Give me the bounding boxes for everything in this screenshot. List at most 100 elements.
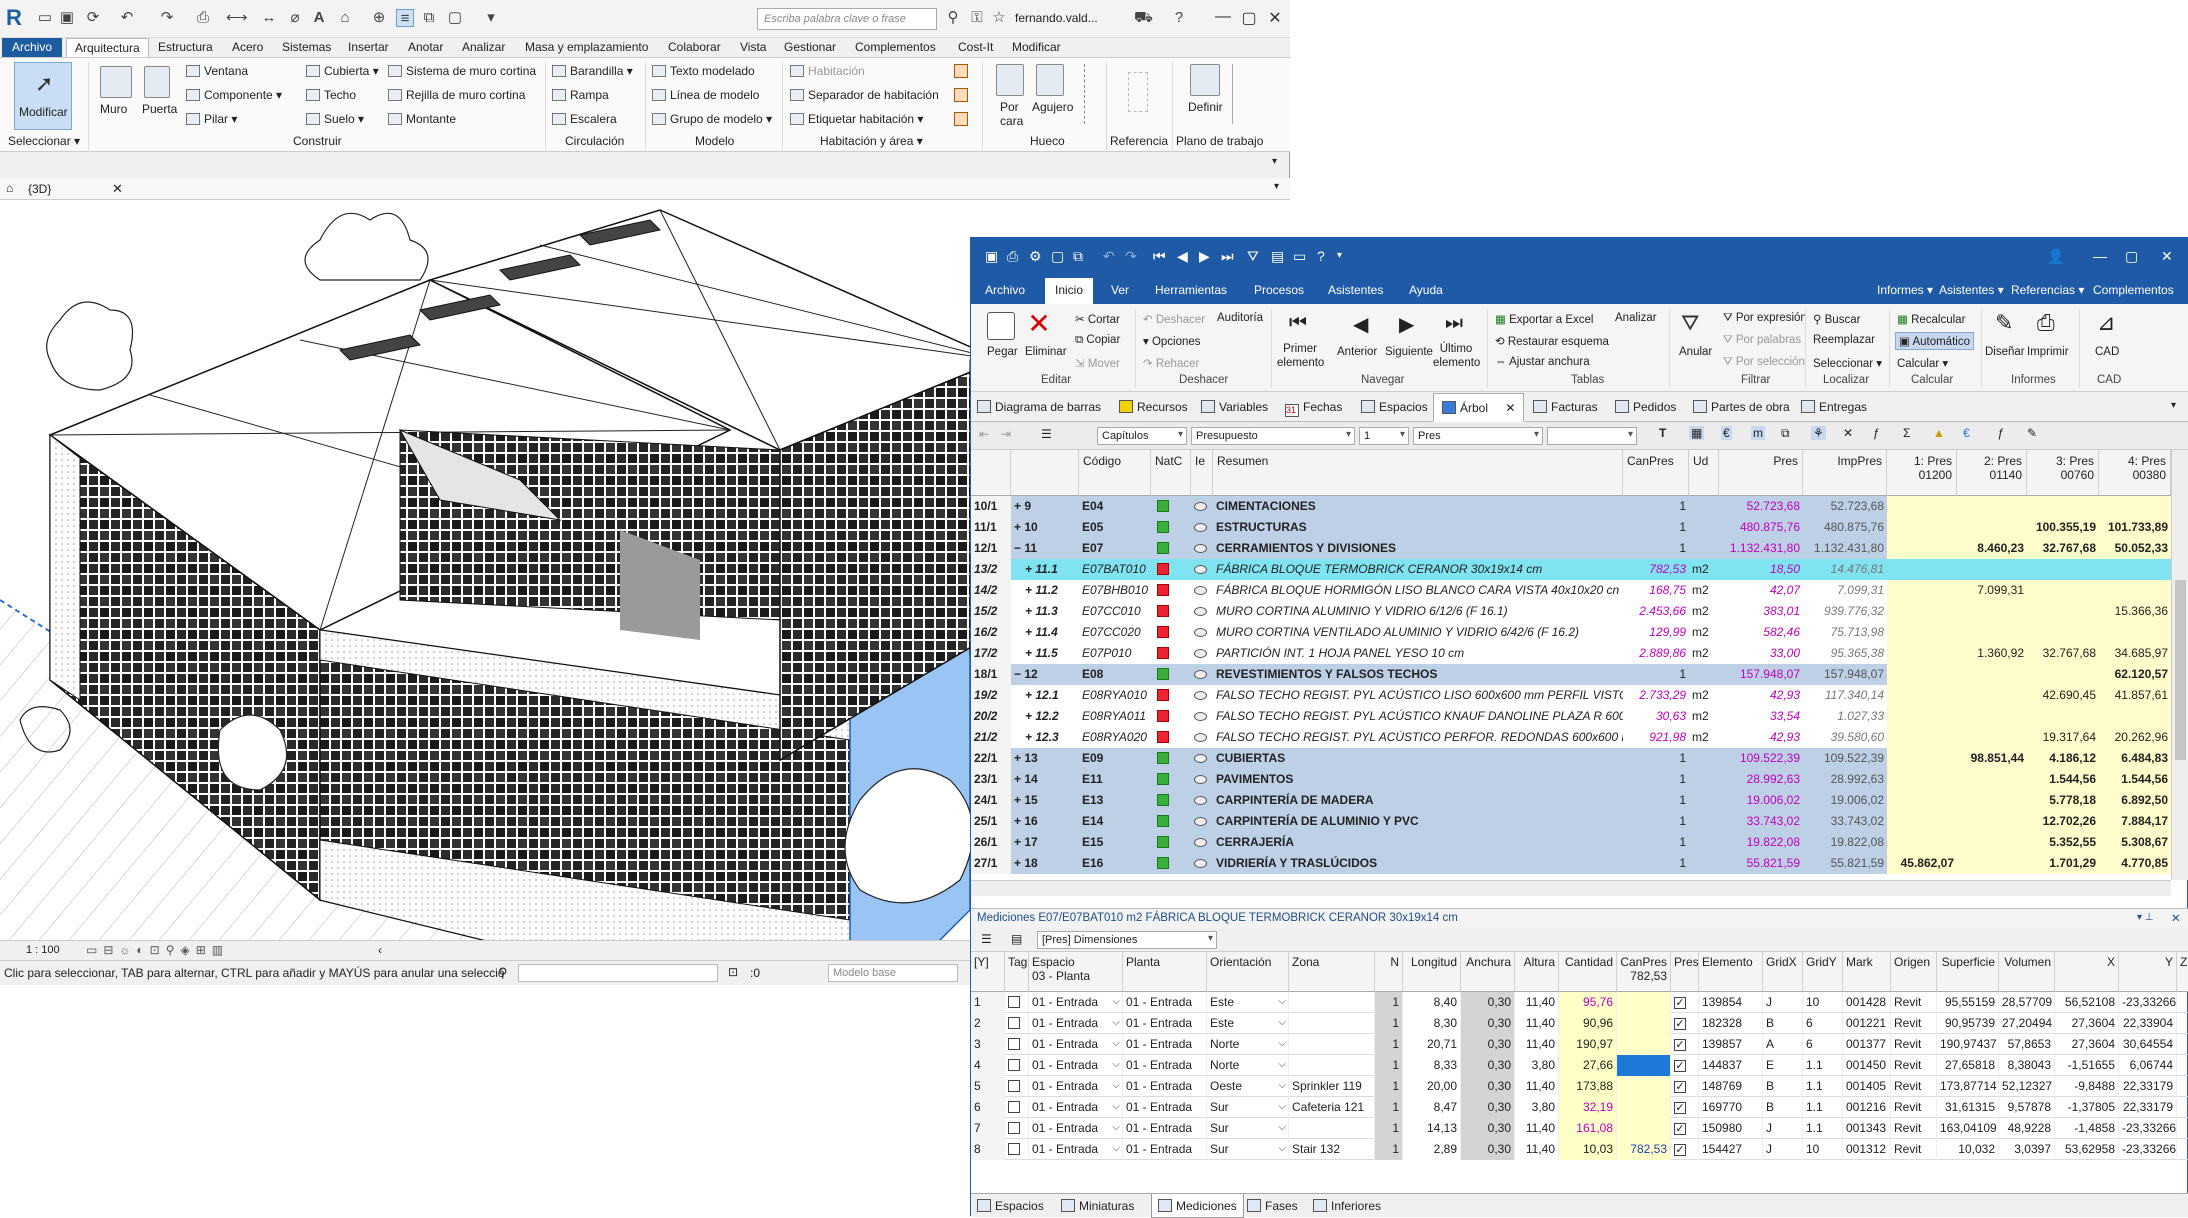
med-cell-c[interactable]: 173,88: [1559, 1076, 1617, 1097]
med-cell-mk[interactable]: 001343: [1843, 1118, 1891, 1139]
med-cell-x[interactable]: 53,62958: [2055, 1139, 2119, 1160]
measure-icon[interactable]: m: [1751, 426, 1765, 440]
med-cell-og[interactable]: Revit: [1891, 1097, 1937, 1118]
checkbox-icon[interactable]: ✓: [1674, 1060, 1686, 1072]
tab-cost-it[interactable]: Cost-It: [958, 38, 993, 57]
mh-cantidad[interactable]: Cantidad: [1559, 952, 1617, 992]
med-cell-l[interactable]: 14,13: [1403, 1118, 1461, 1139]
med-cell-pl[interactable]: 01 - Entrada: [1123, 992, 1207, 1013]
med-cell-h[interactable]: 11,40: [1515, 1139, 1559, 1160]
med-cell-v[interactable]: 9,57878: [1999, 1097, 2055, 1118]
set-workplane-icon[interactable]: [1190, 64, 1220, 96]
med-cell-gy[interactable]: 10: [1803, 1139, 1843, 1160]
menu-procesos[interactable]: Procesos: [1254, 283, 1304, 297]
med-cell-esp[interactable]: 01 - Entrada ⌵: [1029, 1118, 1123, 1139]
med-cell-or[interactable]: Oeste ⌵: [1207, 1076, 1289, 1097]
checkbox-icon[interactable]: ✓: [1674, 1039, 1686, 1051]
tab-arbol[interactable]: Árbol ✕: [1433, 393, 1525, 422]
med-cell-h[interactable]: 11,40: [1515, 1034, 1559, 1055]
med-cell-gx[interactable]: B: [1763, 1013, 1803, 1034]
tree-row[interactable]: 24/1 + 15 E13 CARPINTERÍA DE MADERA 1 19.006,…: [971, 790, 2171, 811]
wall-icon[interactable]: [100, 66, 132, 98]
med-cell-pl[interactable]: 01 - Entrada: [1123, 1013, 1207, 1034]
tree-row[interactable]: 18/1− 12 E08 REVESTIMIENTOS Y FALSOS TECHO…: [971, 664, 2171, 685]
mh-canpres[interactable]: CanPres 782,53: [1617, 952, 1671, 992]
med-cell-cp[interactable]: [1617, 1034, 1671, 1055]
med-cell-gx[interactable]: J: [1763, 992, 1803, 1013]
med-cell-h[interactable]: 11,40: [1515, 1013, 1559, 1034]
tree-row[interactable]: 17/2 + 11.5 E07P010 PARTICIÓN INT. 1 HOJA P…: [971, 643, 2171, 664]
tab-colaborar[interactable]: Colaborar: [668, 38, 721, 57]
settings-icon[interactable]: ⚙: [1029, 249, 1042, 263]
med-cell-cp[interactable]: 782,53: [1617, 1139, 1671, 1160]
med-cell-s[interactable]: 190,97437: [1937, 1034, 1999, 1055]
tab-insertar[interactable]: Insertar: [348, 38, 389, 57]
checkbox-icon[interactable]: ✓: [1674, 1102, 1686, 1114]
med-cell-s[interactable]: 95,55159: [1937, 992, 1999, 1013]
euro-column-icon[interactable]: €: [1721, 426, 1732, 440]
select-button[interactable]: Seleccionar ▾: [1813, 356, 1882, 370]
med-cell-esp[interactable]: 01 - Entrada ⌵: [1029, 1013, 1123, 1034]
model-line-button[interactable]: Línea de modelo: [652, 88, 759, 102]
tab-espacios[interactable]: Espacios: [1361, 400, 1428, 414]
med-cell-mk[interactable]: 001312: [1843, 1139, 1891, 1160]
med-cell-nn[interactable]: 1: [1375, 992, 1403, 1013]
last-element-button[interactable]: Último elemento: [1433, 342, 1480, 370]
checkbox-icon[interactable]: [1008, 1017, 1020, 1029]
ramp-button[interactable]: Rampa: [552, 88, 609, 102]
tree-row[interactable]: 15/2 + 11.3 E07CC010 MURO CORTINA ALUMINIO …: [971, 601, 2171, 622]
med-cell-c[interactable]: 90,96: [1559, 1013, 1617, 1034]
tree-row[interactable]: 23/1 + 14 E11 PAVIMENTOS 1 28.992,63 28.992,63…: [971, 769, 2171, 790]
medicion-row[interactable]: 7 01 - Entrada ⌵ 01 - Entrada Sur ⌵ 1 14,13 0,30…: [971, 1118, 2188, 1139]
med-cell-mk[interactable]: 001221: [1843, 1013, 1891, 1034]
model-group-button[interactable]: Grupo de modelo ▾: [652, 112, 772, 126]
mh-gridx[interactable]: GridX: [1763, 952, 1803, 992]
tab-partes-obra[interactable]: Partes de obra: [1693, 400, 1790, 414]
print-report-icon[interactable]: ⎙: [2037, 310, 2055, 336]
door-icon[interactable]: [144, 66, 170, 98]
med-cell-c[interactable]: 32,19: [1559, 1097, 1617, 1118]
dropdown-icon[interactable]: ⌵: [1278, 1076, 1286, 1096]
med-cell-s[interactable]: 163,04109: [1937, 1118, 1999, 1139]
med-cell-cp[interactable]: [1617, 1013, 1671, 1034]
options-button[interactable]: ▾ Opciones: [1143, 334, 1201, 348]
dropdown-icon[interactable]: ⌵: [1112, 992, 1120, 1012]
med-cell-gy[interactable]: 10: [1803, 992, 1843, 1013]
print-button[interactable]: Imprimir: [2027, 346, 2069, 358]
mh-z[interactable]: Z: [2177, 952, 2188, 992]
med-cell-a[interactable]: 0,30: [1461, 992, 1515, 1013]
med-cell-cp[interactable]: [1617, 1076, 1671, 1097]
tab-sistemas[interactable]: Sistemas: [282, 38, 331, 57]
level-select[interactable]: 1: [1359, 427, 1409, 445]
menu-inicio[interactable]: Inicio: [1045, 278, 1094, 304]
checkbox-icon[interactable]: [1008, 996, 1020, 1008]
med-cell-or[interactable]: Este ⌵: [1207, 1013, 1289, 1034]
med-cell-esp[interactable]: 01 - Entrada ⌵: [1029, 1055, 1123, 1076]
lines-icon[interactable]: ☰: [981, 932, 992, 946]
med-cell-mk[interactable]: 001450: [1843, 1055, 1891, 1076]
last-element-icon[interactable]: ⏭: [1445, 312, 1463, 335]
tab-diagrama-barras[interactable]: Diagrama de barras: [977, 400, 1101, 414]
med-cell-nn[interactable]: 1: [1375, 1034, 1403, 1055]
med-cell-gx[interactable]: J: [1763, 1139, 1803, 1160]
medicion-row[interactable]: 1 01 - Entrada ⌵ 01 - Entrada Este ⌵ 1 8,40 0,30…: [971, 992, 2188, 1013]
med-cell-s[interactable]: 90,95739: [1937, 1013, 1999, 1034]
recalculate-button[interactable]: ▦ Recalcular: [1897, 312, 1965, 326]
med-cell-nn[interactable]: 1: [1375, 1055, 1403, 1076]
header-canpres[interactable]: CanPres: [1623, 450, 1689, 496]
last-icon[interactable]: ⏭: [1221, 249, 1234, 263]
dropdown-icon[interactable]: ⌵: [1112, 1013, 1120, 1033]
tab-pedidos[interactable]: Pedidos: [1615, 400, 1676, 414]
mh-tag[interactable]: Tag: [1005, 952, 1029, 992]
mh-x[interactable]: X: [2055, 952, 2119, 992]
text-format-icon[interactable]: T: [1659, 426, 1666, 440]
btab-espacios[interactable]: Espacios: [977, 1199, 1044, 1213]
design-icon[interactable]: ✎: [1995, 310, 2013, 336]
pres-select[interactable]: Pres: [1413, 427, 1543, 445]
railing-button[interactable]: Barandilla ▾: [552, 64, 633, 78]
tab-gestionar[interactable]: Gestionar: [784, 38, 836, 57]
med-cell-c[interactable]: 190,97: [1559, 1034, 1617, 1055]
cad-button[interactable]: CAD: [2095, 346, 2119, 358]
mullion-button[interactable]: Montante: [388, 112, 456, 126]
tab-entregas[interactable]: Entregas: [1801, 400, 1867, 414]
